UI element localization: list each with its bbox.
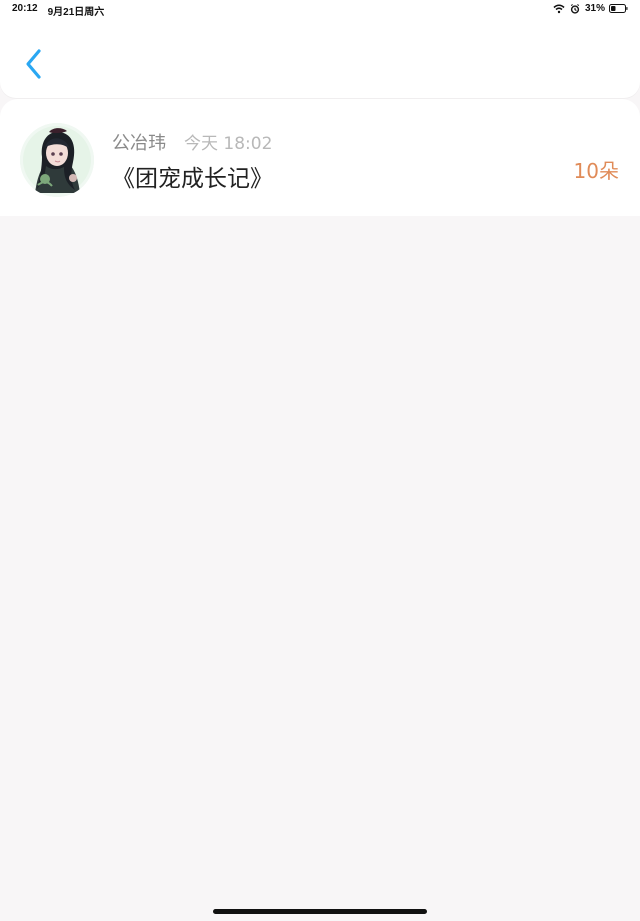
battery-percentage: 31%	[584, 3, 605, 14]
gift-record-card[interactable]: 公冶玮 今天 18:02 《团宠成长记》 10朵	[0, 99, 640, 216]
status-right: 31%	[553, 3, 628, 14]
book-title[interactable]: 《团宠成长记》	[112, 159, 273, 193]
alarm-icon	[570, 3, 580, 14]
status-date: 9月21日周六	[47, 7, 105, 18]
battery-icon	[609, 4, 628, 13]
status-left: 20:12 9月21日周六	[12, 3, 104, 18]
timestamp: 今天 18:02	[184, 134, 273, 154]
status-time: 20:12	[12, 3, 38, 14]
avatar-illustration	[20, 123, 94, 197]
chevron-left-icon	[26, 49, 41, 79]
wifi-icon	[553, 3, 565, 13]
author-name[interactable]: 公冶玮	[112, 129, 166, 155]
navigation-bar	[0, 20, 640, 98]
status-bar: 20:12 9月21日周六 31%	[0, 0, 640, 20]
home-indicator[interactable]	[213, 909, 427, 914]
flower-count: 10朵	[573, 159, 619, 183]
back-button[interactable]	[21, 46, 49, 82]
avatar[interactable]	[20, 123, 94, 197]
author-line: 公冶玮 今天 18:02	[112, 129, 272, 155]
screen: 20:12 9月21日周六 31% 公冶玮 今天 18:02 《团宠成长记》 1…	[0, 0, 640, 921]
